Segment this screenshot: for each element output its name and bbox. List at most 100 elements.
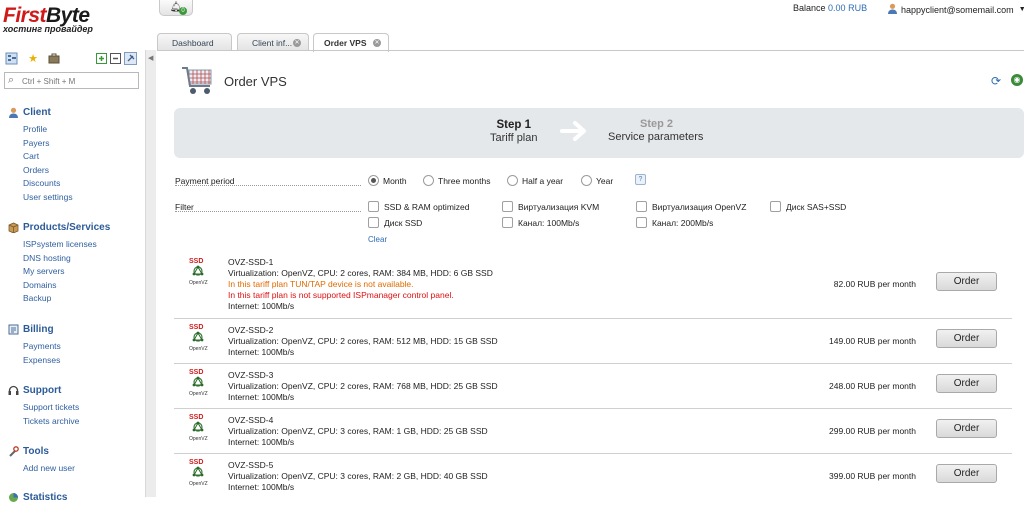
headset-icon [8,385,19,396]
checkbox-label: SSD & RAM optimized [384,201,470,212]
filter-channel-100[interactable]: Канал: 100Mb/s [502,217,579,228]
sidebar-item-my-servers[interactable]: My servers [23,265,110,279]
wizard-step-2: Step 2 Service parameters [608,118,703,143]
sidebar-item-backup[interactable]: Backup [23,292,110,306]
svg-text:SSD: SSD [189,258,203,265]
radio-label: Three months [438,175,491,186]
order-button[interactable]: Order [936,329,997,348]
close-tab-icon[interactable]: ✕ [293,39,301,47]
sidebar-item-add-new-user[interactable]: Add new user [23,462,75,476]
field-label: Filter [175,202,361,212]
balance-label: Balance [793,3,826,13]
tariff-row-4: SSD OpenVZ OVZ-SSD-4 Virtualization: Open… [174,408,1012,453]
user-avatar-icon [887,3,898,16]
help-icon[interactable]: ? [635,174,646,185]
user-menu[interactable]: happyclient@somemail.com ▼ [887,3,1024,16]
filter-ssd-ram[interactable]: SSD & RAM optimized [368,201,470,212]
tab-client-info[interactable]: Client inf... ✕ [237,33,309,51]
expand-all-icon[interactable] [94,51,108,65]
tab-dashboard[interactable]: Dashboard [157,33,232,51]
menu-search-input[interactable] [22,75,134,87]
checkbox[interactable] [502,217,513,228]
sidebar-section-statistics: Statistics [8,489,67,505]
globe-icon[interactable]: ◉ [1011,74,1023,86]
sidebar-section-header[interactable]: Statistics [8,489,67,505]
period-radio-half-year[interactable]: Half a year [507,175,563,186]
sidebar-search[interactable]: ⌕ [4,72,139,89]
tariff-name: OVZ-SSD-2 [228,325,274,335]
menu-tree-icon[interactable] [4,51,18,65]
refresh-icon[interactable]: ⟳ [991,74,1001,88]
checkbox[interactable] [636,201,647,212]
tariff-price: 399.00 RUB per month [829,471,916,481]
sidebar-item-payments[interactable]: Payments [23,340,61,354]
balance-amount-link[interactable]: 0.00 RUB [828,3,867,13]
order-button[interactable]: Order [936,374,997,393]
filter-openvz[interactable]: Виртуализация OpenVZ [636,201,746,212]
sidebar-item-dns-hosting[interactable]: DNS hosting [23,252,110,266]
tab-label: Dashboard [172,38,214,48]
sidebar-item-isp-licenses[interactable]: ISPsystem licenses [23,238,110,252]
checkbox[interactable] [770,201,781,212]
sidebar-section-header[interactable]: Client [8,104,73,120]
radio-button[interactable] [507,175,518,186]
order-button[interactable]: Order [936,464,997,483]
checkbox[interactable] [368,201,379,212]
sidebar-item-user-settings[interactable]: User settings [23,191,73,205]
shopping-cart-icon [180,66,214,98]
sidebar-section-header[interactable]: Billing [8,321,61,337]
box-icon [8,222,19,233]
tariff-name: OVZ-SSD-5 [228,460,274,470]
sidebar-section-billing: Billing Payments Expenses [8,321,61,367]
tariff-row-3: SSD OpenVZ OVZ-SSD-3 Virtualization: Open… [174,363,1012,408]
period-radio-year[interactable]: Year [581,175,613,186]
radio-button[interactable] [581,175,592,186]
sidebar-section-title: Billing [23,323,54,335]
checkbox[interactable] [636,217,647,228]
radio-button[interactable] [368,175,379,186]
sidebar-toolbar: ★ [4,51,141,67]
checkbox[interactable] [368,217,379,228]
tariff-specs: Virtualization: OpenVZ, CPU: 3 cores, RA… [228,471,488,481]
sidebar-item-domains[interactable]: Domains [23,279,110,293]
billing-icon [8,324,19,335]
collapse-left-icon: ◀ [148,55,154,62]
collapse-all-icon[interactable] [108,51,122,65]
order-button[interactable]: Order [936,419,997,438]
period-radio-three-months[interactable]: Three months [423,175,490,186]
sidebar-item-cart[interactable]: Cart [23,150,73,164]
sidebar-item-discounts[interactable]: Discounts [23,177,73,191]
sidebar-item-orders[interactable]: Orders [23,164,73,178]
sidebar-item-payers[interactable]: Payers [23,137,73,151]
clear-filter-link[interactable]: Clear [368,235,387,244]
sidebar-section-title: Tools [23,445,49,457]
sidebar-section-header[interactable]: Support [8,382,79,398]
briefcase-icon[interactable] [47,51,61,65]
sidebar-section-header[interactable]: Tools [8,443,75,459]
period-radio-month[interactable]: Month [368,175,407,186]
chevron-down-icon: ▼ [1018,6,1024,13]
favorites-star-icon[interactable]: ★ [26,51,40,65]
filter-disk-ssd[interactable]: Диск SSD [368,217,422,228]
firstbyte-logo[interactable]: FirstByte хостинг провайдер [3,4,141,42]
order-button[interactable]: Order [936,272,997,291]
filter-kvm[interactable]: Виртуализация KVM [502,201,599,212]
notifications-button[interactable]: 🔔︎ 0 [159,0,193,16]
filter-channel-200[interactable]: Канал: 200Mb/s [636,217,713,228]
balance-display: Balance 0.00 RUB [793,3,867,13]
checkbox[interactable] [502,201,513,212]
tariff-internet: Internet: 100Mb/s [228,482,295,492]
radio-button[interactable] [423,175,434,186]
filter-sas-ssd[interactable]: Диск SAS+SSD [770,201,846,212]
sidebar-section-header[interactable]: Products/Services [8,219,110,235]
sidebar-item-support-tickets[interactable]: Support tickets [23,401,79,415]
sidebar-collapse-splitter[interactable]: ◀ [145,50,156,497]
close-tab-icon[interactable]: ✕ [373,39,381,47]
pin-icon[interactable] [123,51,137,65]
logo-tagline: хостинг провайдер [3,24,93,34]
tariff-name: OVZ-SSD-4 [228,415,274,425]
sidebar-item-tickets-archive[interactable]: Tickets archive [23,415,79,429]
search-icon: ⌕ [8,74,15,86]
sidebar-item-expenses[interactable]: Expenses [23,354,61,368]
sidebar-item-profile[interactable]: Profile [23,123,73,137]
